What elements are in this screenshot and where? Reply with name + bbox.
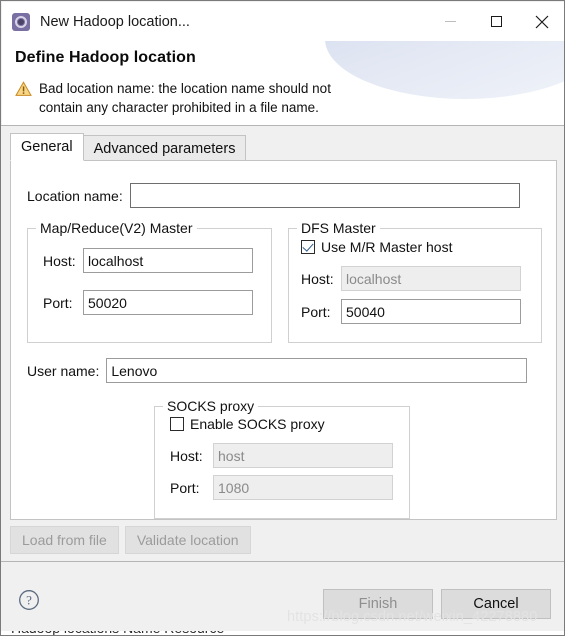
- cancel-button[interactable]: Cancel: [441, 589, 551, 619]
- user-name-label: User name:: [27, 362, 100, 379]
- socks-proxy-host-label: Host:: [170, 447, 203, 464]
- use-mr-master-host-checkbox[interactable]: [301, 240, 315, 254]
- page-title: Define Hadoop location: [15, 49, 196, 66]
- socks-proxy-group: SOCKS proxy Enable SOCKS proxy Host: Por…: [154, 398, 410, 519]
- maximize-button[interactable]: [473, 2, 519, 41]
- use-mr-master-host-row[interactable]: Use M/R Master host: [301, 239, 452, 255]
- socks-proxy-port-label: Port:: [170, 479, 200, 496]
- mr-master-port-input[interactable]: [83, 290, 253, 315]
- window-controls: [427, 2, 564, 41]
- tab-general[interactable]: General: [10, 133, 84, 161]
- background-window-sliver: Hadoop locations Name Resource: [1, 631, 564, 635]
- mr-master-port-label: Port:: [43, 294, 73, 311]
- location-name-label: Location name:: [27, 187, 123, 204]
- dfs-master-port-label: Port:: [301, 303, 331, 320]
- tab-advanced-parameters[interactable]: Advanced parameters: [82, 135, 247, 161]
- maximize-icon: [490, 16, 502, 27]
- title-bar: New Hadoop location...: [2, 2, 564, 41]
- background-window-sliver-text: Hadoop locations Name Resource: [11, 631, 224, 635]
- user-name-row: User name:: [27, 358, 528, 383]
- window-title: New Hadoop location...: [40, 13, 190, 30]
- action-button-bar: Load from file Validate location: [10, 526, 251, 554]
- mr-master-host-row: Host:: [43, 248, 253, 273]
- svg-text:?: ?: [26, 593, 32, 608]
- help-question-icon: ?: [19, 590, 39, 610]
- validate-location-button[interactable]: Validate location: [124, 526, 251, 554]
- mr-master-host-label: Host:: [43, 252, 76, 269]
- enable-socks-proxy-checkbox[interactable]: [170, 417, 184, 431]
- dfs-master-legend: DFS Master: [297, 220, 380, 236]
- new-hadoop-location-dialog: New Hadoop location... Define Hadoop loc…: [0, 0, 565, 636]
- mr-master-host-input[interactable]: [83, 248, 253, 273]
- footer-button-bar: Finish Cancel: [323, 589, 551, 619]
- close-button[interactable]: [519, 2, 564, 41]
- dialog-body: General Advanced parameters Location nam…: [2, 126, 564, 561]
- dfs-master-host-row: Host:: [301, 266, 521, 291]
- mr-master-port-row: Port:: [43, 290, 253, 315]
- dfs-master-host-label: Host:: [301, 270, 334, 287]
- socks-proxy-port-row: Port:: [170, 475, 393, 500]
- warning-triangle-icon: [15, 81, 32, 96]
- tab-panel-general: Location name: Map/Reduce(V2) Master Hos…: [10, 160, 557, 520]
- load-from-file-button[interactable]: Load from file: [10, 526, 119, 554]
- help-button[interactable]: ?: [18, 589, 40, 616]
- dfs-master-host-input: [341, 266, 521, 291]
- dfs-master-port-row: Port:: [301, 299, 521, 324]
- mr-master-group: Map/Reduce(V2) Master Host: Port:: [27, 220, 272, 343]
- user-name-input[interactable]: [106, 358, 528, 383]
- location-name-row: Location name:: [27, 183, 520, 208]
- minimize-icon: [444, 21, 456, 22]
- validation-message-text: Bad location name: the location name sho…: [39, 81, 331, 115]
- socks-proxy-legend: SOCKS proxy: [163, 398, 259, 414]
- tab-strip: General Advanced parameters: [10, 133, 247, 161]
- socks-proxy-host-input: [213, 443, 393, 468]
- location-name-input[interactable]: [129, 183, 520, 208]
- use-mr-master-host-label: Use M/R Master host: [321, 239, 453, 255]
- tab-folder: General Advanced parameters Location nam…: [10, 133, 557, 521]
- hadoop-gear-icon: [12, 12, 30, 31]
- finish-button[interactable]: Finish: [323, 589, 433, 619]
- enable-socks-proxy-label: Enable SOCKS proxy: [190, 416, 325, 432]
- dfs-master-port-input[interactable]: [341, 299, 521, 324]
- mr-master-legend: Map/Reduce(V2) Master: [36, 220, 197, 236]
- dfs-master-group: DFS Master Use M/R Master host Host: Por…: [288, 220, 542, 343]
- validation-message: Bad location name: the location name sho…: [15, 79, 535, 117]
- minimize-button[interactable]: [427, 2, 473, 41]
- dialog-header: Define Hadoop location Bad location name…: [2, 41, 564, 125]
- socks-proxy-port-input: [213, 475, 393, 500]
- enable-socks-proxy-row[interactable]: Enable SOCKS proxy: [170, 416, 325, 432]
- socks-proxy-host-row: Host:: [170, 443, 393, 468]
- close-icon: [535, 15, 549, 28]
